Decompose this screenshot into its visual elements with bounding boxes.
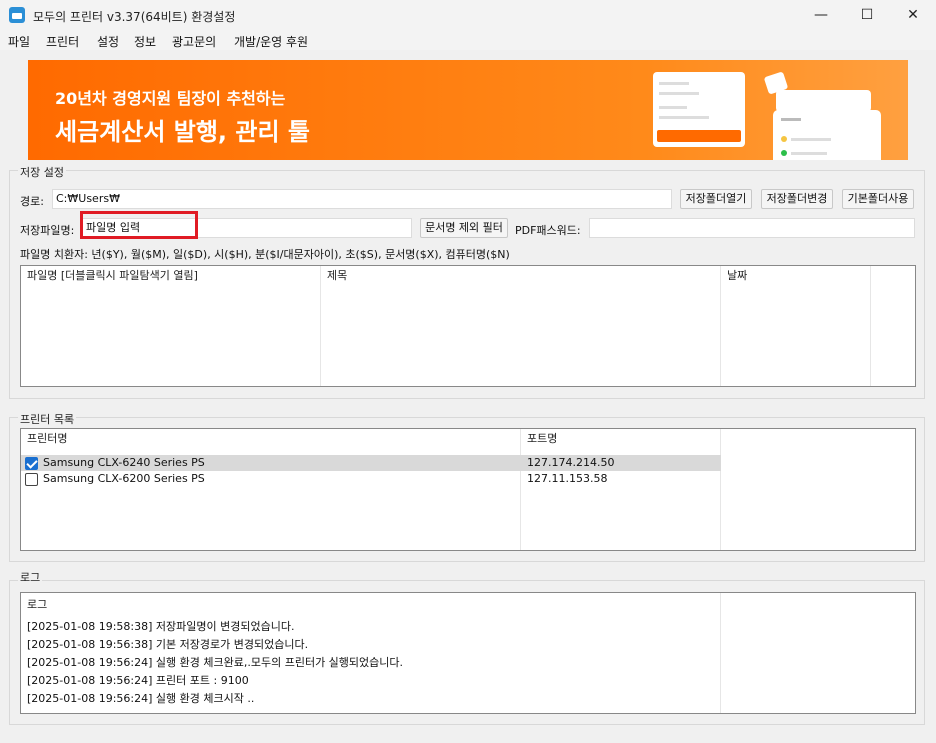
menu-sponsor[interactable]: 개발/운영 후원 [234, 33, 308, 50]
column-separator [720, 593, 721, 713]
filename-highlight [80, 211, 198, 239]
column-filename[interactable]: 파일명 [더블클릭시 파일탐색기 열림] [21, 266, 198, 286]
menu-ad-inquiry[interactable]: 광고문의 [172, 33, 216, 50]
maximize-button[interactable]: ☐ [844, 0, 890, 31]
banner-headline: 세금계산서 발행, 관리 툴 [55, 118, 310, 146]
menu-printer[interactable]: 프린터 [46, 33, 79, 50]
filename-substitutions: 파일명 치환자: 년($Y), 월($M), 일($D), 시($H), 분($… [20, 248, 510, 261]
menu-info[interactable]: 정보 [134, 33, 156, 50]
log-line: [2025-01-08 19:56:24] 프린터 포트 : 9100 [27, 674, 249, 687]
log-list[interactable]: 로그 [2025-01-08 19:58:38] 저장파일명이 변경되었습니다.… [20, 592, 916, 714]
column-date[interactable]: 날짜 [721, 266, 747, 286]
printer-name: Samsung CLX-6200 Series PS [43, 472, 205, 485]
default-folder-button[interactable]: 기본폴더사용 [842, 189, 914, 209]
saved-files-list[interactable]: 파일명 [더블클릭시 파일탐색기 열림] 제목 날짜 [20, 265, 916, 387]
column-log[interactable]: 로그 [21, 595, 47, 615]
open-folder-button[interactable]: 저장폴더열기 [680, 189, 752, 209]
printer-name: Samsung CLX-6240 Series PS [43, 456, 205, 469]
filename-label: 저장파일명: [20, 224, 75, 237]
pdf-password-label: PDF패스워드: [515, 224, 581, 237]
printer-port: 127.11.153.58 [527, 472, 608, 485]
printer-list[interactable]: 프린터명 포트명 Samsung CLX-6240 Series PS 127.… [20, 428, 916, 551]
column-separator [720, 429, 721, 550]
log-line: [2025-01-08 19:58:38] 저장파일명이 변경되었습니다. [27, 620, 295, 633]
save-settings-title: 저장 설정 [18, 164, 66, 180]
menu-file[interactable]: 파일 [8, 33, 30, 50]
banner-illustration-card [653, 72, 745, 147]
log-line: [2025-01-08 19:56:38] 기본 저장경로가 변경되었습니다. [27, 638, 309, 651]
printer-app-icon [9, 7, 25, 23]
printer-row[interactable]: Samsung CLX-6240 Series PS 127.174.214.5… [21, 455, 721, 471]
log-line: [2025-01-08 19:56:24] 실행 환경 체크완료,.모두의 프린… [27, 656, 404, 669]
column-port-name[interactable]: 포트명 [521, 429, 557, 449]
printer-list-title: 프린터 목록 [18, 411, 77, 427]
close-button[interactable]: ✕ [890, 0, 936, 31]
path-label: 경로: [20, 195, 44, 208]
printer-checkbox[interactable] [25, 457, 38, 470]
column-separator [870, 266, 871, 386]
column-printer-name[interactable]: 프린터명 [21, 429, 67, 449]
log-line: [2025-01-08 19:56:24] 실행 환경 체크시작 .. [27, 692, 255, 705]
ad-banner[interactable]: 20년차 경영지원 팀장이 추천하는 세금계산서 발행, 관리 툴 [28, 60, 908, 160]
change-folder-button[interactable]: 저장폴더변경 [761, 189, 833, 209]
menu-bar: 파일 프린터 설정 정보 광고문의 개발/운영 후원 [0, 31, 936, 50]
banner-illustration-list [773, 110, 881, 160]
column-separator [520, 429, 521, 550]
printer-row[interactable]: Samsung CLX-6200 Series PS 127.11.153.58 [21, 471, 721, 487]
minimize-button[interactable]: — [798, 0, 844, 31]
column-title[interactable]: 제목 [321, 266, 347, 286]
printer-checkbox[interactable] [25, 473, 38, 486]
window-title: 모두의 프린터 v3.37(64비트) 환경설정 [33, 10, 236, 24]
log-group-title: 로그 [18, 569, 43, 585]
column-separator [320, 266, 321, 386]
banner-illustration-tabs [776, 90, 871, 112]
column-separator [720, 266, 721, 386]
printer-port: 127.174.214.50 [527, 456, 615, 469]
doc-name-filter-button[interactable]: 문서명 제외 필터 [420, 218, 508, 238]
menu-settings[interactable]: 설정 [97, 33, 119, 50]
title-bar: 모두의 프린터 v3.37(64비트) 환경설정 — ☐ ✕ [0, 0, 936, 31]
banner-subtitle: 20년차 경영지원 팀장이 추천하는 [55, 89, 286, 108]
pdf-password-input[interactable] [589, 218, 915, 238]
path-input[interactable]: C:₩Users₩ [52, 189, 672, 209]
